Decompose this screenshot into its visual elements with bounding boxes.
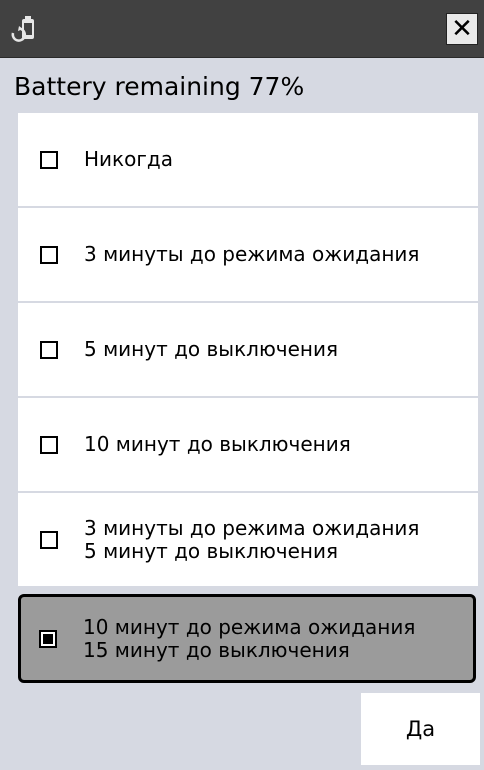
- timeout-option[interactable]: Никогда: [18, 113, 478, 210]
- option-label: 3 минуты до режима ожидания 5 минут до вы…: [84, 515, 420, 563]
- timeout-option[interactable]: 3 минуты до режима ожидания: [18, 208, 478, 305]
- timeout-option[interactable]: 10 минут до выключения: [18, 398, 478, 495]
- option-label-line: 3 минуты до режима ожидания: [84, 242, 420, 266]
- battery-remaining-label: Battery remaining 77%: [14, 72, 305, 101]
- checkbox[interactable]: [40, 435, 58, 454]
- timeout-option[interactable]: 5 минут до выключения: [18, 303, 478, 400]
- option-label-line: 10 минут до режима ожидания: [83, 614, 416, 639]
- option-label-line: Никогда: [84, 147, 173, 171]
- close-icon: ✕: [451, 14, 473, 44]
- ok-button-label: Да: [405, 717, 436, 741]
- ok-button[interactable]: Да: [361, 693, 480, 765]
- checkbox[interactable]: [40, 340, 58, 359]
- option-label: 10 минут до режима ожидания 15 минут до в…: [83, 614, 416, 662]
- option-label-line: 10 минут до выключения: [84, 432, 351, 456]
- checkbox-checked[interactable]: [39, 629, 57, 648]
- close-button[interactable]: ✕: [446, 13, 478, 45]
- option-label: Никогда: [84, 148, 173, 171]
- checkbox[interactable]: [40, 150, 58, 169]
- option-label-line: 3 минуты до режима ожидания: [84, 515, 420, 540]
- checkbox[interactable]: [40, 245, 58, 264]
- battery-recycle-icon: [10, 13, 40, 43]
- timeout-option[interactable]: 10 минут до режима ожидания 15 минут до в…: [18, 594, 476, 683]
- option-label-line: 5 минут до выключения: [84, 538, 339, 563]
- option-label-line: 15 минут до выключения: [83, 637, 350, 662]
- option-label: 10 минут до выключения: [84, 433, 351, 456]
- option-label: 3 минуты до режима ожидания: [84, 243, 419, 266]
- title-bar: ✕: [0, 0, 484, 58]
- checkbox[interactable]: [40, 530, 58, 549]
- timeout-option[interactable]: 3 минуты до режима ожидания 5 минут до вы…: [18, 493, 478, 590]
- option-label-line: 5 минут до выключения: [84, 337, 339, 361]
- option-label: 5 минут до выключения: [84, 338, 338, 361]
